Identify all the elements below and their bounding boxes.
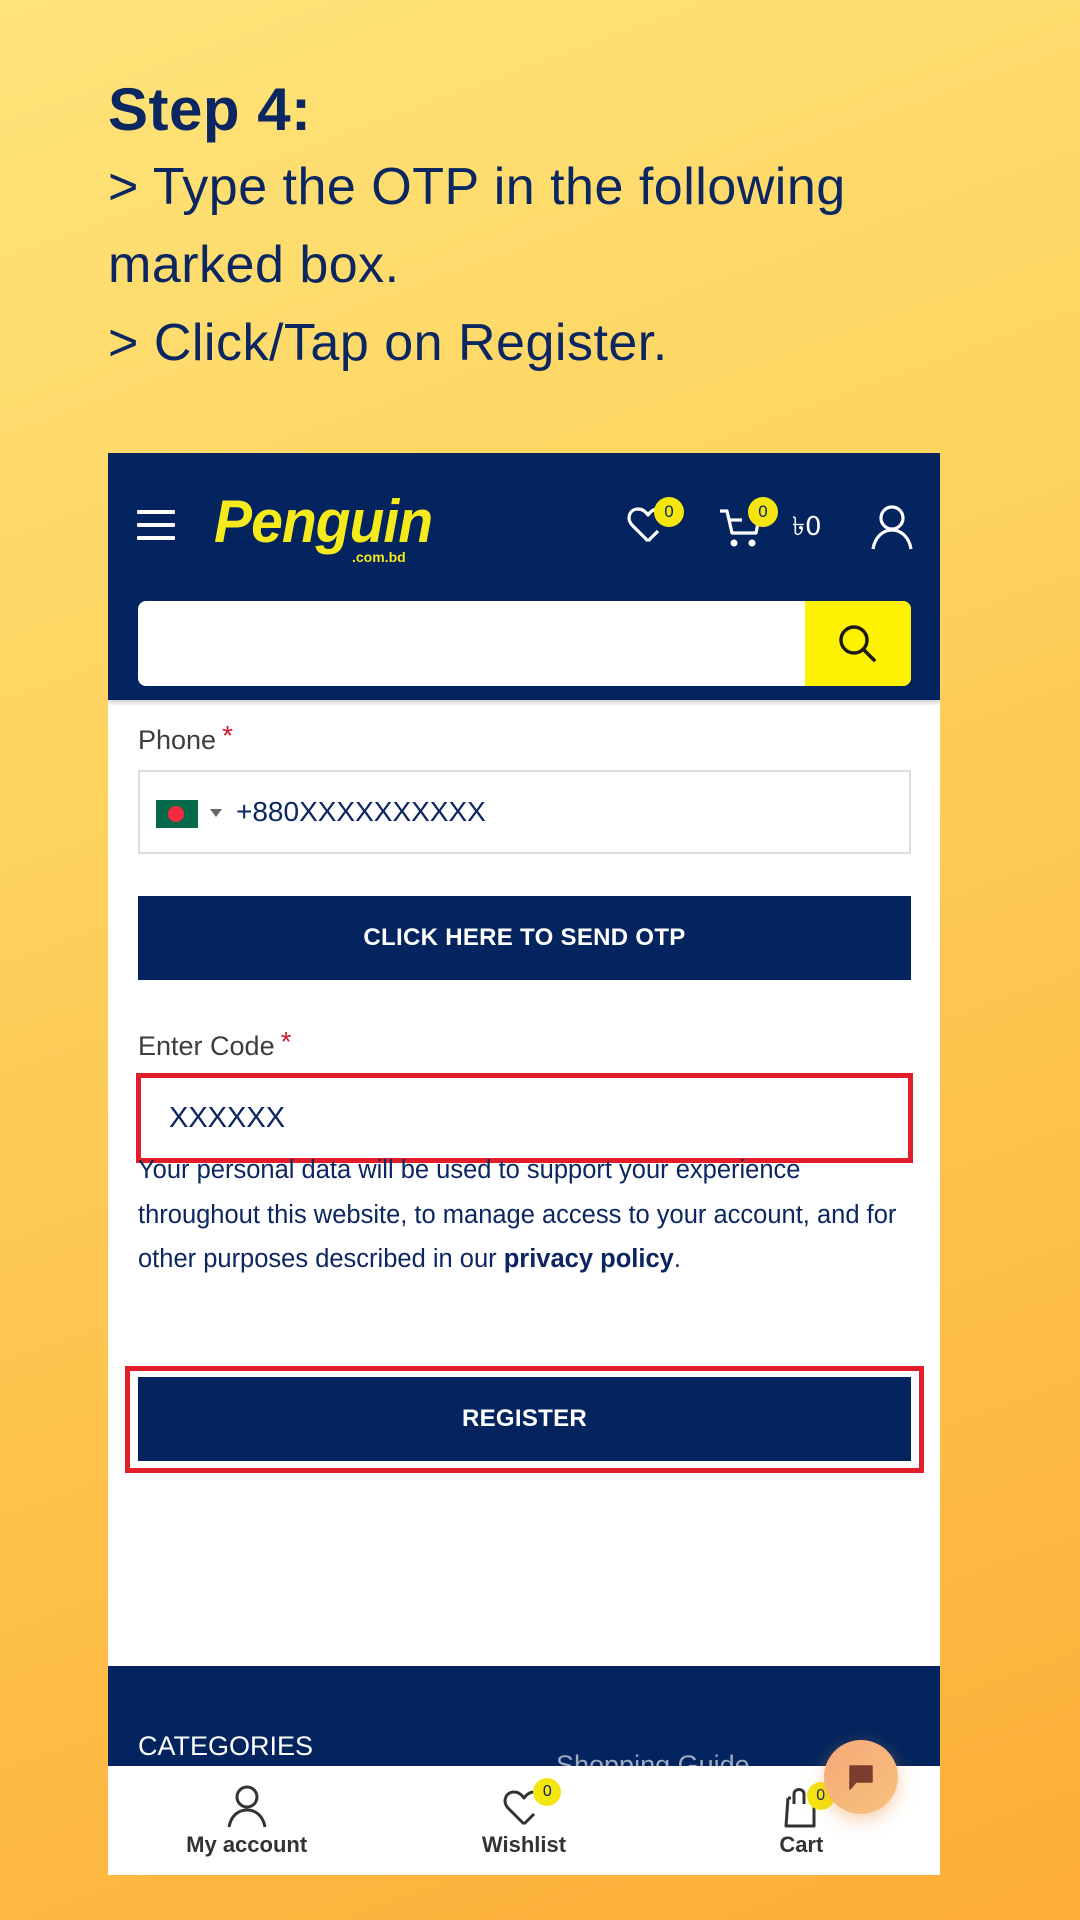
otp-code-input[interactable] [169,1078,869,1158]
register-button[interactable]: REGISTER [138,1377,911,1461]
nav-wishlist[interactable]: 0 Wishlist [385,1766,662,1875]
nav-cart[interactable]: 0 Cart [663,1766,940,1875]
instruction-line: > Click/Tap on Register. [108,314,668,372]
instruction-line: > Type the OTP in the following [108,158,846,216]
privacy-policy-link[interactable]: privacy policy [504,1245,674,1273]
nav-label: My account [186,1832,308,1857]
cart-count-badge: 0 [748,497,778,527]
user-icon [227,1785,267,1828]
required-asterisk: * [280,1026,292,1057]
code-label: Enter Code * [138,1022,292,1062]
menu-icon[interactable] [137,510,175,540]
required-asterisk: * [222,720,233,751]
cart-total[interactable]: ৳0 [792,511,822,543]
header-cart-button[interactable]: 0 [718,497,778,551]
search-button[interactable] [805,601,911,686]
privacy-notice-end: . [673,1245,681,1273]
phone-input[interactable] [236,772,896,852]
phone-screenshot: Penguin .com.bd 0 0 ৳0 Phone * +880XXXXX… [108,453,940,1875]
code-label-text: Enter Code [138,1031,275,1061]
search-bar [138,601,911,686]
instructions: Step 4: > Type the OTP in the following … [108,72,968,382]
header-wishlist-button[interactable]: 0 [626,497,684,551]
bottom-navigation: My account 0 Wishlist 0 Cart [108,1766,940,1875]
user-icon [871,505,913,550]
phone-label: Phone * [138,716,233,756]
wishlist-count-badge: 0 [654,497,684,527]
chat-bubble-icon [849,1765,873,1790]
nav-my-account[interactable]: My account [108,1766,385,1875]
categories-heading: CATEGORIES [138,1731,314,1761]
nav-label: Wishlist [481,1832,567,1857]
nav-label: Cart [779,1832,824,1857]
wishlist-badge: 0 [533,1778,562,1806]
step-title: Step 4: [108,76,312,143]
country-dropdown-caret-icon[interactable] [210,809,222,817]
header-account-button[interactable] [870,503,914,551]
privacy-notice: Your personal data will be used to suppo… [138,1148,911,1282]
phone-field [138,770,911,854]
search-icon [839,624,876,662]
phone-label-text: Phone [138,725,217,755]
logo-text: Penguin [214,488,433,555]
search-input[interactable] [138,601,805,686]
penguin-logo[interactable]: Penguin .com.bd [214,487,444,567]
logo-subtext: .com.bd [352,549,406,565]
instruction-line: marked box. [108,236,400,294]
send-otp-button[interactable]: CLICK HERE TO SEND OTP [138,896,911,980]
bangladesh-flag-icon[interactable] [156,800,198,828]
chat-button[interactable] [824,1740,898,1814]
site-footer: CATEGORIES Shopping Guide [108,1666,940,1780]
site-header: Penguin .com.bd 0 0 ৳0 [108,453,940,700]
